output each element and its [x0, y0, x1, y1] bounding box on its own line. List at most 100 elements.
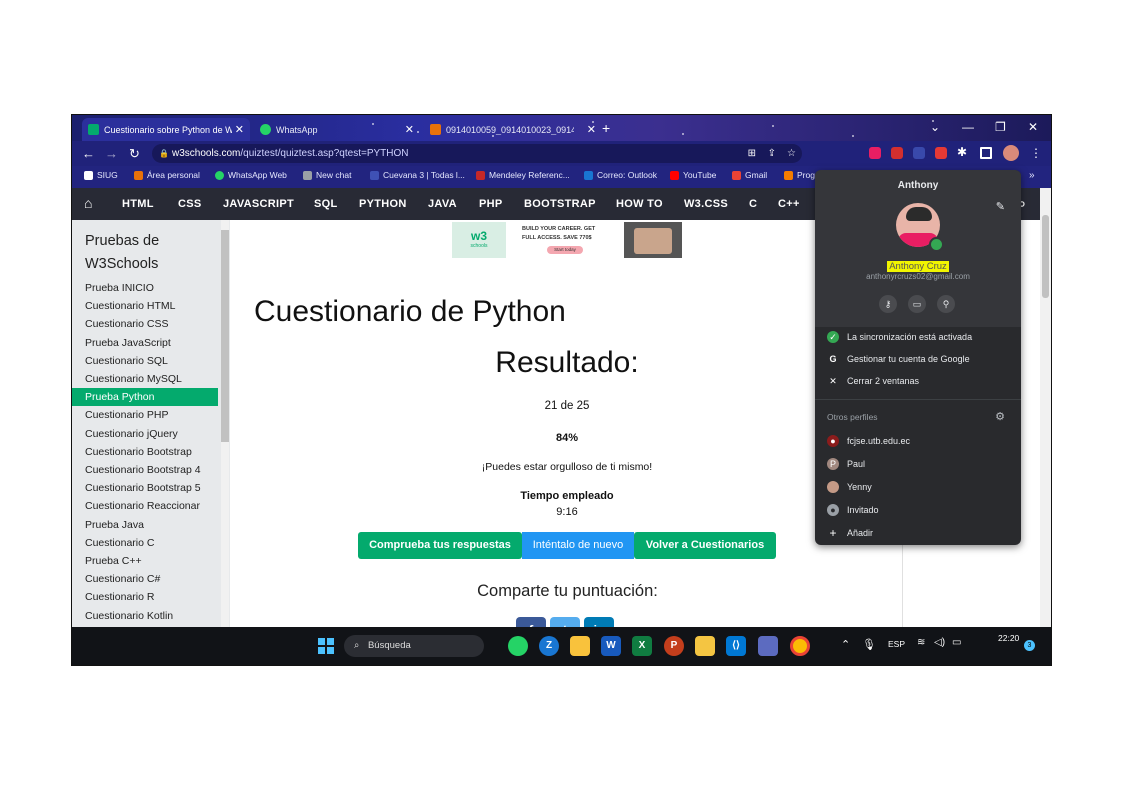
other-profile-item[interactable]: ● fcjse.utb.edu.ec: [827, 435, 910, 447]
home-icon[interactable]: ⌂: [84, 195, 93, 211]
extension-k-icon[interactable]: [869, 147, 881, 159]
forward-arrow-icon[interactable]: →: [105, 146, 118, 161]
nav-bootstrap[interactable]: BOOTSTRAP: [524, 198, 596, 210]
addresses-pin-icon[interactable]: ⚲: [937, 295, 955, 313]
bookmark-item[interactable]: Mendeley Referenc...: [476, 170, 570, 180]
battery-icon[interactable]: ▭: [952, 637, 961, 648]
extension-mm-icon[interactable]: [891, 147, 903, 159]
notification-badge[interactable]: 3: [1024, 640, 1035, 651]
zoom-taskbar-icon[interactable]: Z: [539, 636, 559, 656]
nav-w3css[interactable]: W3.CSS: [684, 198, 728, 210]
bookmark-item[interactable]: SIUG: [84, 170, 118, 180]
sync-status-item[interactable]: ✓ La sincronización está activada: [827, 331, 972, 343]
extension-z-icon[interactable]: [913, 147, 925, 159]
menu-kebab-icon[interactable]: ⋮: [1030, 146, 1042, 160]
language-indicator[interactable]: ESP: [888, 639, 905, 649]
bookmark-item[interactable]: New chat: [303, 170, 351, 180]
manage-account-item[interactable]: G Gestionar tu cuenta de Google: [827, 353, 969, 365]
app-taskbar-icon[interactable]: [758, 636, 778, 656]
word-icon[interactable]: W: [601, 636, 621, 656]
profile-avatar-icon[interactable]: [1003, 145, 1019, 161]
nav-css[interactable]: CSS: [178, 198, 202, 210]
clock-time[interactable]: 22:20: [998, 633, 1019, 643]
sidebar-item[interactable]: Prueba C++: [72, 552, 218, 570]
sidebar-item[interactable]: Cuestionario jQuery: [72, 425, 218, 443]
extensions-puzzle-icon[interactable]: ✱: [957, 145, 969, 159]
sidebar-scroll-thumb[interactable]: [221, 230, 229, 442]
try-again-button[interactable]: Inténtalo de nuevo: [522, 532, 634, 559]
sidebar-item[interactable]: Prueba INICIO: [72, 279, 218, 297]
sidebar-item[interactable]: Cuestionario CSS: [72, 315, 218, 333]
volume-icon[interactable]: ◁): [934, 637, 945, 648]
extension-pdf-icon[interactable]: [935, 147, 947, 159]
guest-profile-item[interactable]: ● Invitado: [827, 504, 879, 516]
passwords-key-icon[interactable]: ⚷: [879, 295, 897, 313]
nav-sql[interactable]: SQL: [314, 198, 338, 210]
sidebar-item[interactable]: Cuestionario Bootstrap 5: [72, 479, 218, 497]
vscode-icon[interactable]: ⟨⟩: [726, 636, 746, 656]
nav-javascript[interactable]: JAVASCRIPT: [223, 198, 294, 210]
add-profile-item[interactable]: + Añadir: [827, 526, 873, 540]
sidebar-item[interactable]: Cuestionario C#: [72, 570, 218, 588]
wifi-icon[interactable]: ≋: [917, 637, 925, 648]
nav-python[interactable]: PYTHON: [359, 198, 407, 210]
edit-pencil-icon[interactable]: ✎: [996, 200, 1005, 213]
sidebar-item[interactable]: Cuestionario Kotlin: [72, 607, 218, 625]
windows-start-icon[interactable]: [316, 636, 336, 656]
nav-php[interactable]: PHP: [479, 198, 503, 210]
sidebar-item[interactable]: Cuestionario MySQL: [72, 370, 218, 388]
sidebar-item[interactable]: Cuestionario Bootstrap 4: [72, 461, 218, 479]
chrome-taskbar-icon[interactable]: [790, 636, 810, 656]
close-tab-icon[interactable]: ✕: [235, 123, 244, 136]
sidebar-item[interactable]: Cuestionario SQL: [72, 352, 218, 370]
nav-c[interactable]: C: [749, 198, 757, 210]
other-profile-item[interactable]: Yenny: [827, 481, 872, 493]
check-answers-button[interactable]: Comprueba tus respuestas: [358, 532, 522, 559]
url-input[interactable]: 🔒 w3schools.com/quiztest/quiztest.asp?qt…: [152, 144, 802, 163]
tab-python-quiz[interactable]: Cuestionario sobre Python de W3 ✕: [82, 118, 250, 141]
whatsapp-taskbar-icon[interactable]: [508, 636, 528, 656]
sidebar-item[interactable]: Cuestionario C: [72, 534, 218, 552]
tab-search-icon[interactable]: ⌄: [930, 120, 940, 134]
nav-html[interactable]: HTML: [122, 198, 154, 210]
twitter-share-icon[interactable]: t: [550, 617, 580, 627]
excel-icon[interactable]: X: [632, 636, 652, 656]
sidebar-item[interactable]: Cuestionario Bootstrap: [72, 443, 218, 461]
sidebar-item[interactable]: Prueba Python: [72, 388, 218, 407]
sidebar-item[interactable]: Prueba JavaScript: [72, 334, 218, 352]
bookmark-star-icon[interactable]: ☆: [787, 144, 796, 163]
bookmark-item[interactable]: Prog: [784, 170, 815, 180]
nav-java[interactable]: JAVA: [428, 198, 457, 210]
minimize-button[interactable]: —: [962, 120, 974, 134]
ad-cta-button[interactable]: Start today: [547, 246, 583, 254]
powerpoint-icon[interactable]: P: [664, 636, 684, 656]
back-to-quizzes-button[interactable]: Volver a Cuestionarios: [634, 532, 776, 559]
sidebar-item[interactable]: Prueba Java: [72, 516, 218, 534]
sidebar-item[interactable]: Cuestionario R: [72, 588, 218, 606]
translate-icon[interactable]: ⊞: [748, 144, 756, 163]
sidebar-item[interactable]: Cuestionario PHP: [72, 406, 218, 424]
sticky-notes-icon[interactable]: [695, 636, 715, 656]
taskbar-search[interactable]: ⌕ Búsqueda: [344, 635, 484, 657]
microphone-icon[interactable]: 🎙: [862, 638, 876, 651]
bookmark-item[interactable]: WhatsApp Web: [215, 170, 287, 180]
bookmark-item[interactable]: YouTube: [670, 170, 716, 180]
tab-whatsapp[interactable]: WhatsApp ✕: [254, 118, 420, 141]
close-windows-item[interactable]: ✕ Cerrar 2 ventanas: [827, 375, 919, 387]
linkedin-share-icon[interactable]: in: [584, 617, 614, 627]
new-tab-button[interactable]: +: [602, 120, 610, 136]
nav-cpp[interactable]: C++: [778, 198, 800, 210]
bookmark-item[interactable]: Correo: Outlook: [584, 170, 657, 180]
more-bookmarks-icon[interactable]: »: [1029, 170, 1035, 181]
close-tab-icon[interactable]: ✕: [405, 123, 414, 136]
ad-banner[interactable]: w3 schools BUILD YOUR CAREER. GET FULL A…: [452, 222, 682, 258]
bookmark-item[interactable]: Cuevana 3 | Todas l...: [370, 170, 465, 180]
bookmark-item[interactable]: Gmail: [732, 170, 767, 180]
share-icon[interactable]: ⇪: [768, 144, 776, 163]
reload-icon[interactable]: ↻: [129, 146, 140, 162]
nav-howto[interactable]: HOW TO: [616, 198, 663, 210]
sidebar-item[interactable]: Cuestionario Reaccionar: [72, 497, 218, 515]
back-arrow-icon[interactable]: ←: [82, 146, 95, 161]
bookmark-item[interactable]: Área personal: [134, 170, 200, 180]
close-window-button[interactable]: ✕: [1028, 120, 1038, 134]
